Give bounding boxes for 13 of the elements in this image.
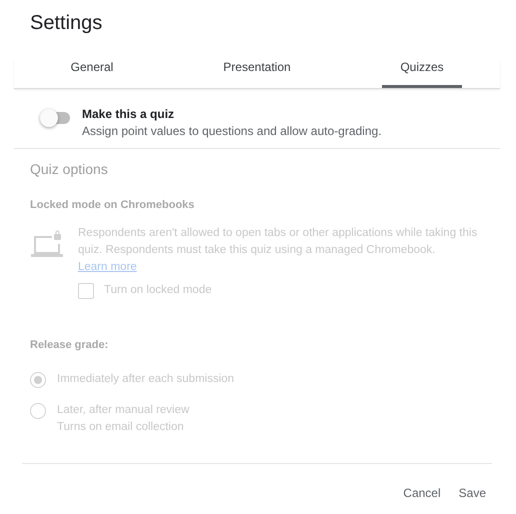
tab[interactable]: Quizzes <box>382 60 462 88</box>
cancel-button[interactable]: Cancel <box>397 482 447 504</box>
save-button[interactable]: Save <box>452 482 492 504</box>
subsection-heading: Locked mode on Chromebooks <box>30 199 196 211</box>
toggle-description: Assign point values to questions and allow auto-grading. <box>82 124 382 138</box>
toggle-label: Make this a quiz <box>82 107 176 121</box>
laptop-lock-icon <box>30 229 64 259</box>
section-heading: Quiz options <box>30 161 109 177</box>
toggle-switch[interactable] <box>42 112 70 124</box>
tab[interactable]: General <box>14 60 170 88</box>
tab[interactable]: Presentation <box>170 60 344 88</box>
dialog-title: Settings <box>29 11 104 36</box>
subsection-heading: Release grade: <box>30 339 110 351</box>
